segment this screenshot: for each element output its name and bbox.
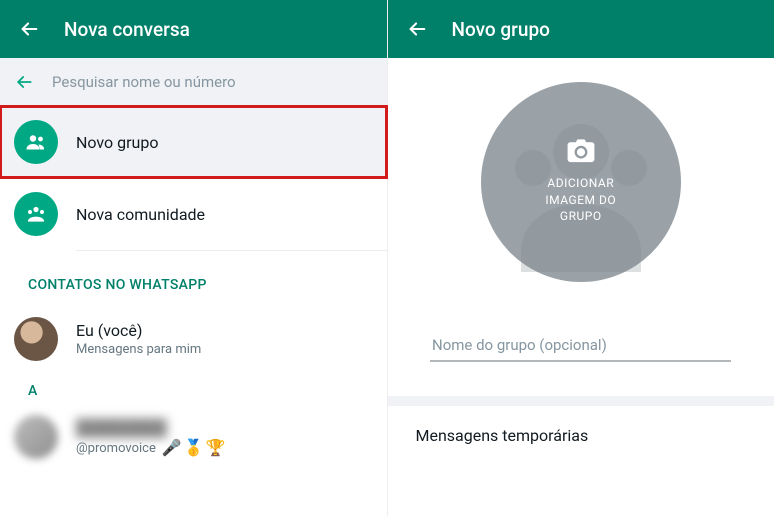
search-row bbox=[0, 58, 387, 106]
contact-name-blurred: ████████ bbox=[76, 418, 228, 438]
contact-self[interactable]: Eu (você) Mensagens para mim bbox=[0, 307, 387, 371]
add-photo-text: ADICIONAR IMAGEM DO GRUPO bbox=[545, 175, 616, 225]
right-header: Novo grupo bbox=[388, 0, 774, 58]
contact-row[interactable]: ████████ @promovoice 🎤🥇🏆 bbox=[0, 405, 387, 459]
new-group-pane: Novo grupo ADICIONAR IMAGEM DO GRUPO Men… bbox=[388, 0, 774, 516]
new-group-option[interactable]: Novo grupo bbox=[0, 106, 387, 178]
contact-text: ████████ @promovoice 🎤🥇🏆 bbox=[76, 418, 228, 457]
add-group-photo[interactable]: ADICIONAR IMAGEM DO GRUPO bbox=[481, 82, 681, 282]
group-name-wrap bbox=[430, 330, 731, 362]
contact-emoji: 🎤🥇🏆 bbox=[162, 438, 228, 457]
new-group-label: Novo grupo bbox=[76, 133, 158, 152]
avatar bbox=[14, 317, 58, 361]
search-back-button[interactable] bbox=[14, 72, 34, 92]
new-community-label: Nova comunidade bbox=[76, 205, 205, 224]
back-button[interactable] bbox=[406, 18, 428, 40]
contact-sub: Mensagens para mim bbox=[76, 342, 201, 357]
avatar bbox=[14, 415, 58, 459]
section-divider bbox=[388, 396, 774, 406]
new-chat-pane: Nova conversa Novo grupo Nova comunidade… bbox=[0, 0, 388, 516]
left-header: Nova conversa bbox=[0, 0, 387, 58]
letter-header: A bbox=[0, 371, 387, 405]
contact-text: Eu (você) Mensagens para mim bbox=[76, 321, 201, 357]
left-header-title: Nova conversa bbox=[64, 18, 190, 41]
disappearing-messages-option[interactable]: Mensagens temporárias bbox=[388, 406, 774, 465]
contacts-section-header: CONTATOS NO WHATSAPP bbox=[0, 251, 387, 307]
new-community-option[interactable]: Nova comunidade bbox=[0, 178, 387, 250]
search-input[interactable] bbox=[52, 73, 373, 91]
group-icon bbox=[14, 120, 58, 164]
right-body: ADICIONAR IMAGEM DO GRUPO Mensagens temp… bbox=[388, 58, 774, 516]
right-header-title: Novo grupo bbox=[452, 18, 550, 41]
contact-name: Eu (você) bbox=[76, 321, 201, 340]
arrow-left-icon bbox=[14, 72, 34, 92]
community-icon bbox=[14, 192, 58, 236]
arrow-left-icon bbox=[18, 18, 40, 40]
arrow-left-icon bbox=[406, 18, 428, 40]
back-button[interactable] bbox=[18, 18, 40, 40]
camera-icon bbox=[567, 139, 595, 167]
group-name-input[interactable] bbox=[430, 330, 731, 362]
contact-handle: @promovoice bbox=[76, 441, 156, 456]
